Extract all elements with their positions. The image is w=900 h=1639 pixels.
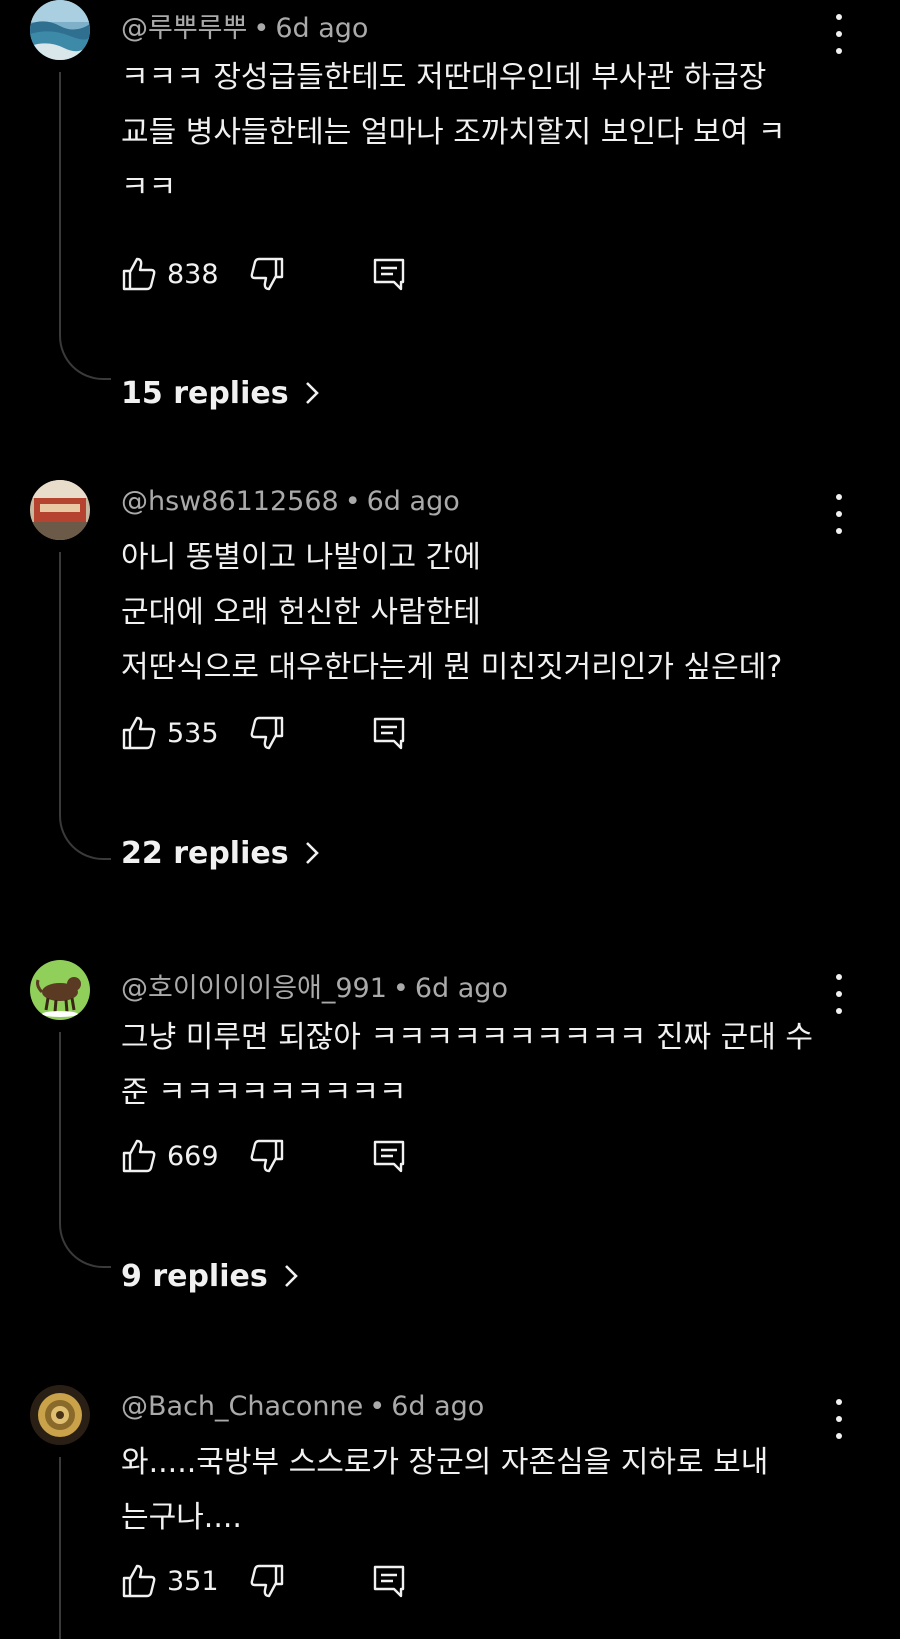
comment-text: ㅋㅋㅋ 장성급들한테도 저딴대우인데 부사관 하급장 교들 병사들한테는 얼마나… <box>121 50 841 215</box>
comment-time: 6d ago <box>414 973 508 1004</box>
like-button[interactable]: 669 <box>121 1138 249 1174</box>
like-button[interactable]: 838 <box>121 256 249 292</box>
comment-reply-icon <box>373 1140 405 1173</box>
comment-meta: @호이이이이응애_991 • 6d ago <box>121 973 508 1004</box>
dislike-button[interactable] <box>249 1563 285 1599</box>
author-name[interactable]: @Bach_Chaconne <box>121 1391 363 1422</box>
comment-meta: @루뿌루뿌 • 6d ago <box>121 13 369 44</box>
thumbs-up-icon <box>122 1564 156 1598</box>
thumbs-down-icon <box>250 1564 284 1598</box>
reply-button[interactable] <box>371 1563 407 1599</box>
comment-actions: 669 <box>121 1134 407 1178</box>
comment-text: 아니 똥별이고 나발이고 간에 군대에 오래 헌신한 사람한테 저딴식으로 대우… <box>121 530 841 695</box>
dislike-button[interactable] <box>249 715 285 751</box>
chevron-right-icon <box>305 382 319 404</box>
more-vertical-icon[interactable] <box>826 494 852 534</box>
comment-line: 교들 병사들한테는 얼마나 조까치할지 보인다 보여 ㅋ <box>121 115 786 150</box>
author-name[interactable]: @hsw86112568 <box>121 486 339 517</box>
replies-count: 22 replies <box>121 835 289 871</box>
reply-button[interactable] <box>371 715 407 751</box>
reply-button[interactable] <box>371 256 407 292</box>
replies-count: 15 replies <box>121 375 289 411</box>
comment-actions: 535 <box>121 711 407 755</box>
author-name[interactable]: @루뿌루뿌 <box>121 13 247 44</box>
comment-actions: 838 <box>121 252 407 296</box>
dislike-button[interactable] <box>249 256 285 292</box>
like-button[interactable]: 535 <box>121 715 249 751</box>
thumbs-up-icon <box>122 1139 156 1173</box>
comment-time: 6d ago <box>366 486 460 517</box>
comment-actions: 351 <box>121 1559 407 1603</box>
reply-button[interactable] <box>371 1138 407 1174</box>
avatar[interactable] <box>30 480 90 540</box>
chevron-right-icon <box>305 842 319 864</box>
dislike-button[interactable] <box>249 1138 285 1174</box>
like-count: 669 <box>167 1140 219 1172</box>
thumbs-down-icon <box>250 257 284 291</box>
view-replies-link[interactable]: 22 replies <box>121 831 323 875</box>
like-count: 838 <box>167 258 219 290</box>
thread-line <box>59 552 111 860</box>
author-name[interactable]: @호이이이이응애_991 <box>121 973 387 1004</box>
replies-count: 9 replies <box>121 1258 268 1294</box>
comment-text: 그냥 미루면 되잖아 ㅋㅋㅋㅋㅋㅋㅋㅋㅋㅋ 진짜 군대 수 준 ㅋㅋㅋㅋㅋㅋㅋㅋ… <box>121 1010 841 1120</box>
thumbs-up-icon <box>122 257 156 291</box>
comment-line: 저딴식으로 대우한다는게 뭔 미친짓거리인가 싶은데? <box>121 650 783 685</box>
comment-line: 그냥 미루면 되잖아 ㅋㅋㅋㅋㅋㅋㅋㅋㅋㅋ 진짜 군대 수 <box>121 1020 814 1055</box>
comment-time: 6d ago <box>275 13 369 44</box>
comment-meta: @Bach_Chaconne • 6d ago <box>121 1391 485 1422</box>
comment-line: 준 ㅋㅋㅋㅋㅋㅋㅋㅋㅋ <box>121 1075 407 1110</box>
thread-line <box>59 1457 111 1639</box>
comment-line: 아니 똥별이고 나발이고 간에 <box>121 540 481 575</box>
comment-time: 6d ago <box>391 1391 485 1422</box>
comment-line: 와.....국방부 스스로가 장군의 자존심을 지하로 보내 <box>121 1445 769 1480</box>
thread-line <box>59 72 111 380</box>
comment-line: 군대에 오래 헌신한 사람한테 <box>121 595 481 630</box>
thumbs-up-icon <box>122 716 156 750</box>
view-replies-link[interactable]: 9 replies <box>121 1254 302 1298</box>
thumbs-down-icon <box>250 716 284 750</box>
avatar[interactable] <box>30 960 90 1020</box>
view-replies-link[interactable]: 15 replies <box>121 371 323 415</box>
comment-reply-icon <box>373 258 405 291</box>
like-count: 535 <box>167 717 219 749</box>
chevron-right-icon <box>284 1265 298 1287</box>
comment-meta: @hsw86112568 • 6d ago <box>121 486 460 517</box>
like-count: 351 <box>167 1565 219 1597</box>
comment-line: 는구나.... <box>121 1500 242 1535</box>
comment-line: ㅋㅋㅋ 장성급들한테도 저딴대우인데 부사관 하급장 <box>121 60 767 95</box>
comment-reply-icon <box>373 1565 405 1598</box>
thread-line <box>59 1032 111 1268</box>
comment-text: 와.....국방부 스스로가 장군의 자존심을 지하로 보내 는구나.... <box>121 1435 841 1545</box>
thumbs-down-icon <box>250 1139 284 1173</box>
like-button[interactable]: 351 <box>121 1563 249 1599</box>
more-vertical-icon[interactable] <box>826 14 852 54</box>
avatar[interactable] <box>30 0 90 60</box>
more-vertical-icon[interactable] <box>826 974 852 1014</box>
comment-reply-icon <box>373 717 405 750</box>
avatar[interactable] <box>30 1385 90 1445</box>
comment-line: ㅋㅋ <box>121 170 177 205</box>
more-vertical-icon[interactable] <box>826 1399 852 1439</box>
